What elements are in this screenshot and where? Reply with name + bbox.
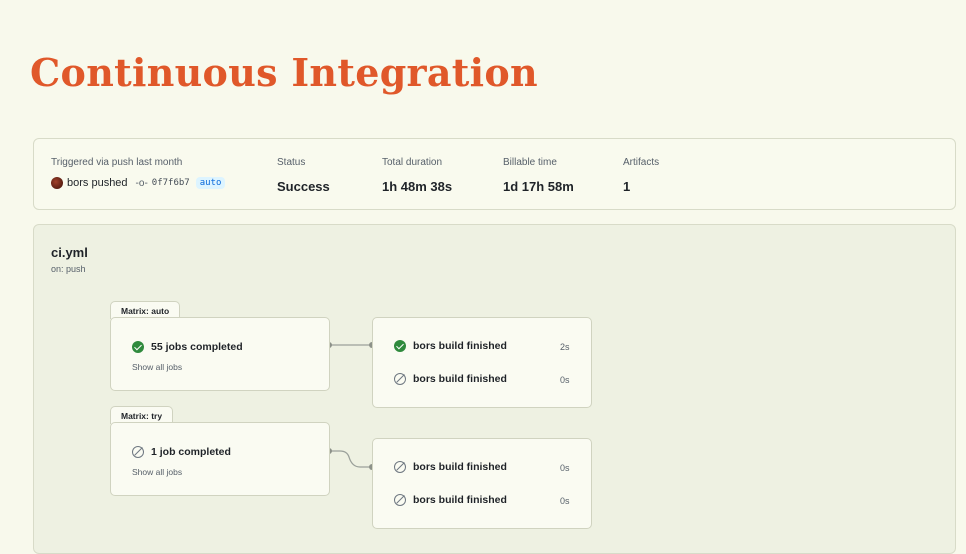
job-row[interactable]: bors build finished (394, 373, 507, 385)
show-all-jobs-link[interactable]: Show all jobs (132, 362, 182, 372)
page-title: Continuous Integration (30, 50, 538, 95)
duration-column: Total duration 1h 48m 38s (382, 157, 452, 194)
billable-label: Billable time (503, 157, 557, 168)
matrix-auto-jobs-text: 55 jobs completed (151, 341, 243, 353)
avatar[interactable] (51, 177, 63, 189)
job-duration: 2s (560, 342, 570, 352)
run-summary-card: Triggered via push last month bors pushe… (33, 138, 956, 210)
artifacts-value[interactable]: 1 (623, 179, 659, 194)
skipped-icon (132, 446, 144, 458)
trigger-label: Triggered via push last month (51, 157, 183, 168)
show-all-jobs-link[interactable]: Show all jobs (132, 467, 182, 477)
job-label: bors build finished (413, 340, 507, 352)
job-row[interactable]: bors build finished (394, 494, 507, 506)
workflow-graph-panel: ci.yml on: push Matrix: auto 55 jobs com… (33, 224, 956, 554)
commit-sha-link[interactable]: 0f7f6b7 (152, 178, 190, 188)
matrix-try-summary: 1 job completed (132, 446, 231, 458)
skipped-icon (394, 494, 406, 506)
job-duration: 0s (560, 463, 570, 473)
job-row[interactable]: bors build finished (394, 461, 507, 473)
skipped-icon (394, 461, 406, 473)
commit-icon: -o- (135, 177, 148, 189)
job-label: bors build finished (413, 461, 507, 473)
job-label: bors build finished (413, 373, 507, 385)
status-label: Status (277, 157, 306, 168)
branch-badge[interactable]: auto (195, 177, 226, 189)
billable-value[interactable]: 1d 17h 58m (503, 179, 574, 194)
duration-value: 1h 48m 38s (382, 179, 453, 194)
status-value: Success (277, 179, 330, 194)
artifacts-column: Artifacts 1 (623, 157, 659, 194)
status-column: Status Success (277, 157, 330, 194)
downstream-card-try: bors build finished 0s bors build finish… (372, 438, 592, 529)
actor-text[interactable]: bors pushed (67, 177, 128, 189)
downstream-card-auto: bors build finished 2s bors build finish… (372, 317, 592, 408)
job-duration: 0s (560, 375, 570, 385)
job-duration: 0s (560, 496, 570, 506)
matrix-auto-card[interactable]: 55 jobs completed Show all jobs (110, 317, 330, 391)
trigger-details: bors pushed -o- 0f7f6b7 auto (51, 177, 226, 189)
skipped-icon (394, 373, 406, 385)
job-row[interactable]: bors build finished (394, 340, 507, 352)
success-check-icon (394, 340, 406, 352)
trigger-column: Triggered via push last month bors pushe… (51, 157, 226, 189)
success-check-icon (132, 341, 144, 353)
matrix-try-card[interactable]: 1 job completed Show all jobs (110, 422, 330, 496)
job-label: bors build finished (413, 494, 507, 506)
duration-label: Total duration (382, 157, 443, 168)
matrix-auto-summary: 55 jobs completed (132, 341, 243, 353)
billable-column: Billable time 1d 17h 58m (503, 157, 574, 194)
artifacts-label: Artifacts (623, 157, 660, 168)
matrix-try-jobs-text: 1 job completed (151, 446, 231, 458)
